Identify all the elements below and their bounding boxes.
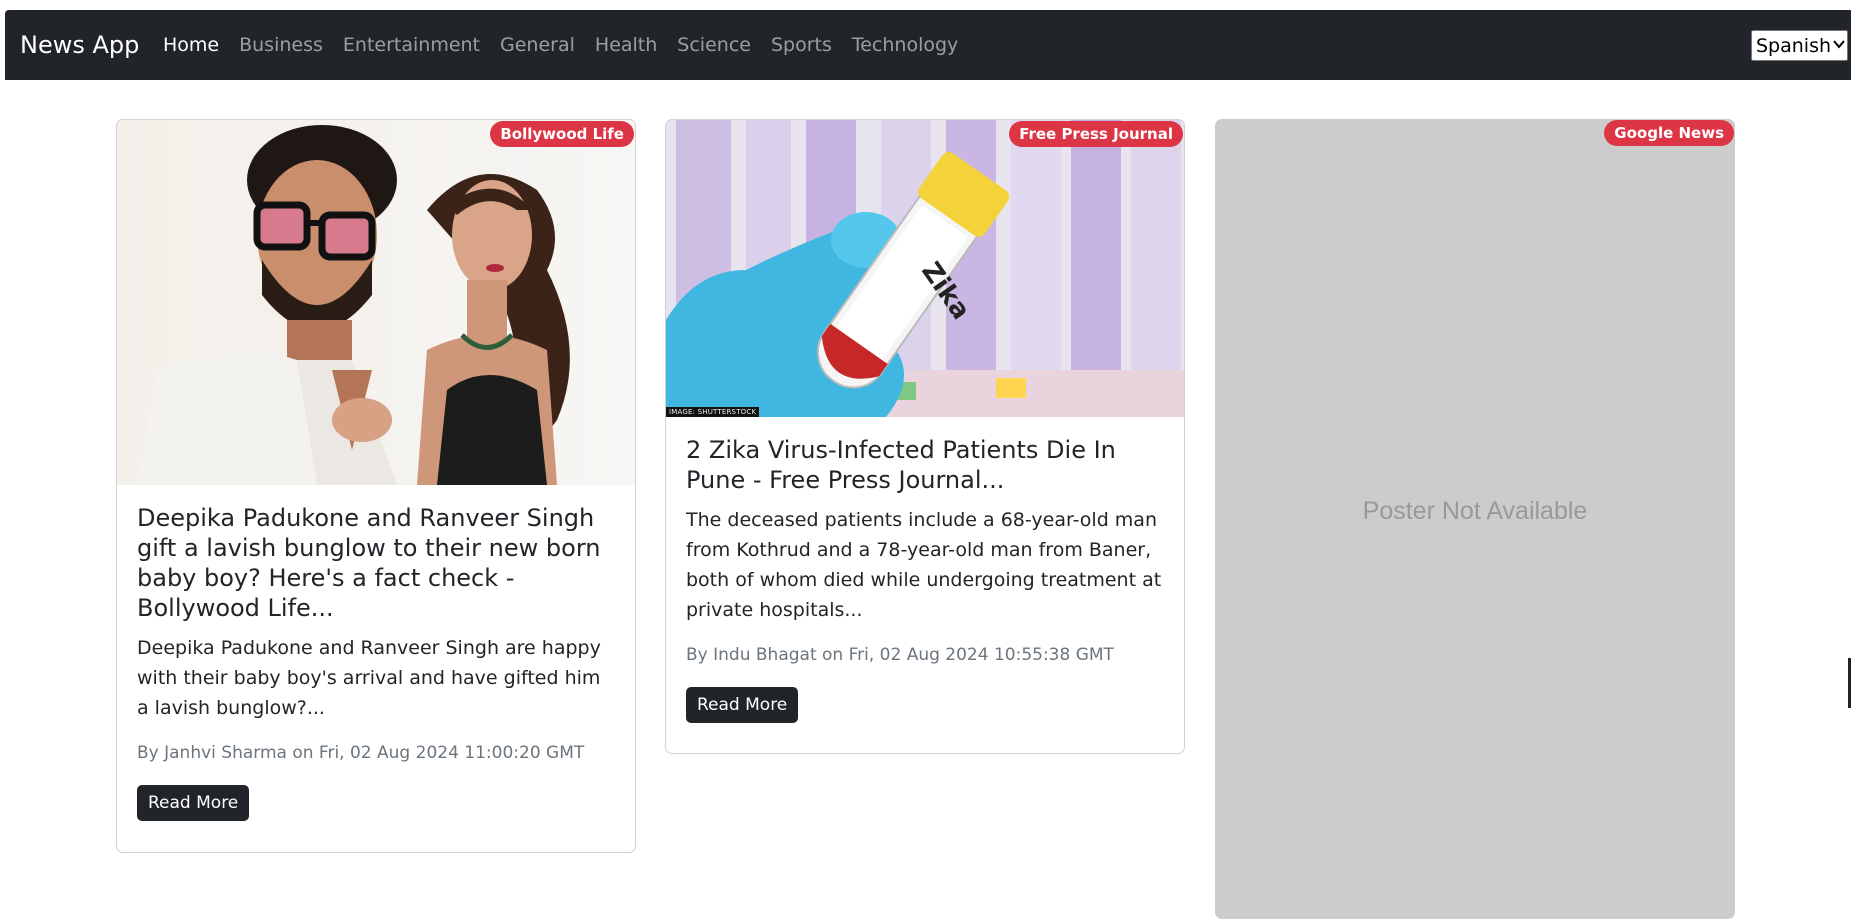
news-description: The deceased patients include a 68-year-…	[686, 509, 1162, 621]
read-more-button[interactable]: Read More	[686, 687, 799, 723]
nav-item-entertainment[interactable]: Entertainment	[343, 34, 480, 56]
news-title: 2 Zika Virus-Infected Patients Die In Pu…	[686, 436, 1116, 494]
source-badge: Google News	[1604, 120, 1734, 146]
source-badge: Free Press Journal	[1009, 121, 1183, 147]
chevron-down-icon	[1833, 38, 1845, 53]
language-select[interactable]: Spanish	[1751, 30, 1848, 61]
news-image: Zika IMAGE: SHUTTERSTOCK	[666, 120, 1184, 417]
nav-item-technology[interactable]: Technology	[852, 34, 958, 56]
nav-item-science[interactable]: Science	[677, 34, 751, 56]
language-select-value: Spanish	[1756, 34, 1832, 57]
news-card: Bollywood Life Deepika Padukone and Ranv…	[116, 119, 636, 853]
nav-item-home[interactable]: Home	[163, 34, 219, 56]
brand-logo-link[interactable]: News App	[20, 10, 139, 80]
news-card: Free Press Journal Zika IMAGE: SHUTTERST…	[665, 119, 1185, 754]
poster-placeholder: Poster Not Available	[1215, 119, 1735, 919]
top-navbar: News App Home Business Entertainment Gen…	[5, 10, 1851, 80]
read-more-button[interactable]: Read More	[137, 785, 250, 821]
news-meta: By Indu Bhagat on Fri, 02 Aug 2024 10:55…	[686, 645, 1114, 665]
card-body: 2 Zika Virus-Infected Patients Die In Pu…	[666, 417, 1184, 743]
news-description: Deepika Padukone and Ranveer Singh are h…	[137, 637, 601, 719]
image-credit: IMAGE: SHUTTERSTOCK	[666, 407, 760, 417]
nav-item-sports[interactable]: Sports	[771, 34, 832, 56]
nav-item-business[interactable]: Business	[239, 34, 323, 56]
nav-item-general[interactable]: General	[500, 34, 575, 56]
nav-links: Home Business Entertainment General Heal…	[163, 10, 978, 80]
news-meta: By Janhvi Sharma on Fri, 02 Aug 2024 11:…	[137, 743, 585, 763]
news-image	[117, 120, 635, 485]
news-card: Google News Poster Not Available	[1215, 119, 1735, 919]
news-title: Deepika Padukone and Ranveer Singh gift …	[137, 504, 601, 622]
nav-item-health[interactable]: Health	[595, 34, 657, 56]
source-badge: Bollywood Life	[490, 121, 634, 147]
card-body: Deepika Padukone and Ranveer Singh gift …	[117, 485, 635, 841]
